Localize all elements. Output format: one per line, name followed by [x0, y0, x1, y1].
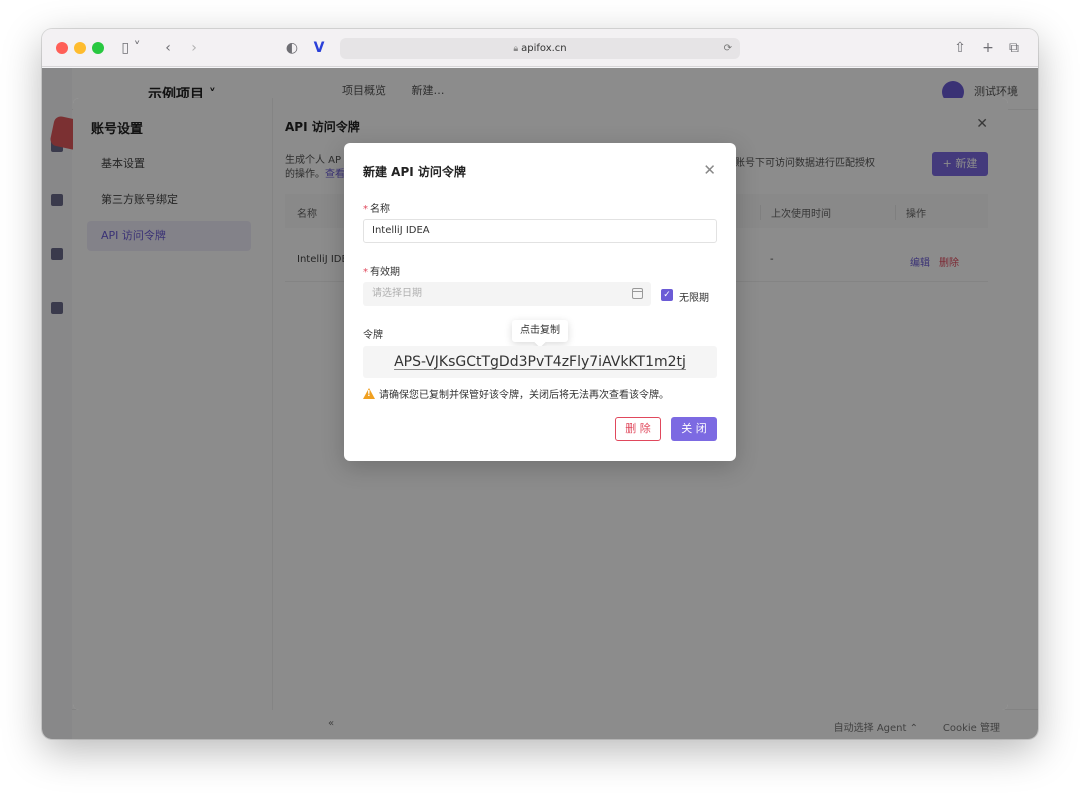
delete-button[interactable]: 删 除 — [615, 417, 661, 441]
expiry-label: * 有效期 — [363, 267, 400, 278]
lock-icon: 🔒︎ — [513, 44, 519, 54]
url-text: apifox.cn — [521, 43, 567, 54]
warning-icon — [363, 388, 375, 399]
browser-toolbar: ▯ ˅ ‹ › ◐ V 🔒︎ apifox.cn ⟳ ⇧ + ⧉ — [42, 29, 1038, 67]
name-label: * 名称 — [363, 204, 390, 215]
forward-icon[interactable]: › — [186, 38, 202, 58]
share-icon[interactable]: ⇧ — [952, 38, 968, 58]
copy-tooltip: 点击复制 — [512, 320, 568, 342]
date-placeholder: 请选择日期 — [372, 288, 422, 299]
close-icon[interactable]: ✕ — [703, 161, 716, 179]
sidebar-icon[interactable]: ▯ ˅ — [116, 38, 146, 58]
warning-message: 请确保您已复制并保管好该令牌，关闭后将无法再次查看该令牌。 — [363, 386, 669, 401]
new-token-dialog: 新建 API 访问令牌 ✕ * 名称 IntelliJ IDEA * 有效期 请选择… — [344, 143, 736, 461]
date-picker-input[interactable]: 请选择日期 — [363, 282, 651, 306]
warning-text: 请确保您已复制并保管好该令牌，关闭后将无法再次查看该令牌。 — [379, 390, 669, 401]
translate-icon[interactable]: ⟳ — [724, 38, 732, 59]
close-window-button[interactable] — [56, 42, 68, 54]
back-icon[interactable]: ‹ — [160, 38, 176, 58]
shield-icon[interactable]: ◐ — [284, 38, 300, 58]
zoom-window-button[interactable] — [92, 42, 104, 54]
unlimited-label[interactable]: 无限期 — [679, 289, 709, 304]
close-button[interactable]: 关 闭 — [671, 417, 717, 441]
token-label: 令牌 — [363, 330, 383, 341]
tabs-icon[interactable]: ⧉ — [1006, 38, 1022, 58]
dialog-title: 新建 API 访问令牌 — [363, 165, 466, 179]
new-tab-icon[interactable]: + — [980, 38, 996, 58]
extension-icon[interactable]: V — [310, 38, 328, 58]
address-bar[interactable]: 🔒︎ apifox.cn ⟳ — [340, 38, 740, 59]
name-input[interactable]: IntelliJ IDEA — [363, 219, 717, 243]
token-value[interactable]: APS-VJKsGCtTgDd3PvT4zFly7iAVkKT1m2tj — [363, 346, 717, 378]
calendar-icon[interactable] — [632, 288, 643, 299]
minimize-window-button[interactable] — [74, 42, 86, 54]
unlimited-checkbox[interactable]: ✓ — [661, 289, 673, 301]
